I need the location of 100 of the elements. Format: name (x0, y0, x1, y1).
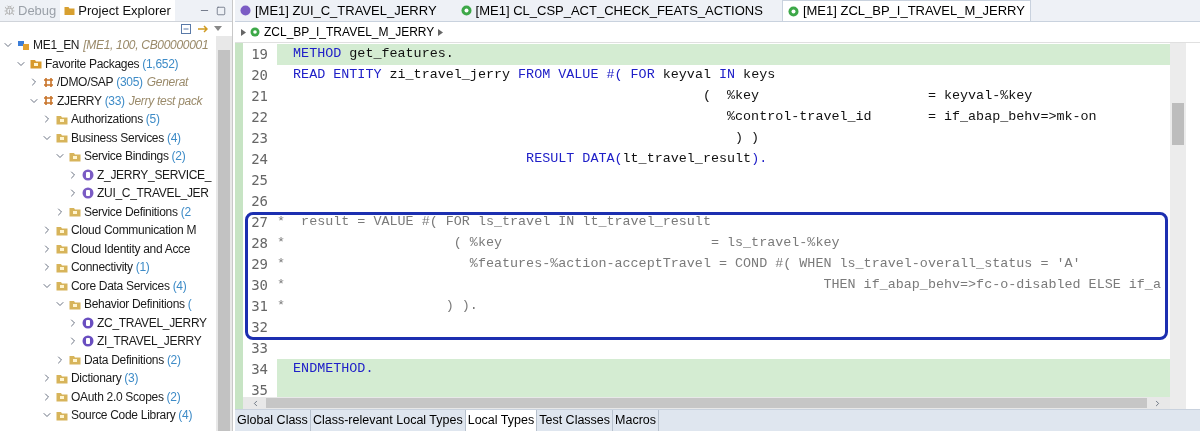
line-number: 22 (250, 108, 269, 127)
scrollbar[interactable] (216, 36, 232, 431)
tree-item-label[interactable]: Business Services (71, 128, 164, 147)
bug-icon (4, 5, 15, 16)
folder-icon (69, 354, 81, 366)
tree-item-label[interactable]: Cloud Identity and Acce (71, 239, 191, 258)
tree-item-label[interactable]: ME1_EN (33, 36, 80, 55)
line-number: 31 (250, 297, 269, 316)
bottom-tab[interactable]: Test Classes (537, 410, 614, 431)
item-count: (5) (145, 111, 160, 129)
bottom-tab[interactable]: Class-relevant Local Types (310, 410, 466, 431)
behavior-icon (82, 316, 94, 329)
scroll-left-icon[interactable] (251, 398, 260, 408)
editor-tab[interactable]: [ME1] ZUI_C_TRAVEL_JERRY (235, 0, 442, 21)
tree-item-label[interactable]: ZC_TRAVEL_JERRY (97, 313, 207, 332)
line-number: 34 (250, 360, 269, 379)
scrollbar-thumb[interactable] (266, 398, 1147, 408)
editor-tab[interactable]: [ME1] ZCL_BP_I_TRAVEL_M_JERRY (781, 0, 1031, 21)
class-icon (460, 5, 472, 16)
tree-item-label[interactable]: Behavior Definitions (84, 295, 185, 314)
item-count: (1) (135, 259, 150, 277)
code-line: READ ENTITY zi_travel_jerry FROM VALUE #( FOR keyval IN keys (292, 66, 777, 85)
code-line: ( %key = keyval-%key (701, 87, 1034, 106)
item-count: (2) (166, 351, 181, 369)
folder-icon (56, 224, 68, 236)
item-count: (4) (166, 129, 181, 147)
line-number: 27 (250, 213, 269, 232)
line-number: 26 (250, 192, 269, 211)
item-count: (1,652) (142, 55, 179, 73)
line-number: 20 (250, 66, 269, 85)
scroll-right-icon[interactable] (1153, 398, 1162, 408)
code-line: %control-travel_id = if_abap_behv=>mk-on (726, 108, 1098, 127)
tree-item-label[interactable]: Z_JERRY_SERVICE_ (97, 165, 212, 184)
item-count: (3) (124, 370, 139, 388)
folder-icon (69, 150, 81, 162)
editor-tab[interactable]: [ME1] CL_CSP_ACT_CHECK_FEATS_ACTIONS (455, 0, 768, 21)
item-count: (33) (104, 92, 125, 110)
item-description: [ME1, 100, CB00000001 (83, 37, 209, 55)
tree-item-label[interactable]: Cloud Communication M (71, 221, 197, 240)
folder-icon (56, 261, 68, 273)
collapse-all-icon[interactable] (181, 24, 191, 34)
behavior-icon (82, 335, 94, 348)
folder-icon (69, 206, 81, 218)
tree-item-label[interactable]: Data Definitions (84, 350, 164, 369)
line-number: 35 (250, 381, 269, 397)
expand-arrow-icon[interactable] (241, 28, 246, 36)
item-count: ( (187, 296, 192, 314)
tree-item-label[interactable]: Service Definitions (84, 202, 178, 221)
tree-item-label[interactable]: /DMO/SAP (57, 73, 114, 92)
package-icon (43, 95, 54, 107)
view-menu-icon[interactable] (214, 26, 222, 32)
line-number: 33 (250, 339, 269, 358)
code-line: * result = VALUE #( FOR ls_travel IN lt_travel_result (277, 213, 712, 232)
folder-icon (64, 5, 76, 16)
line-number: 30 (250, 276, 269, 295)
folder-icon (56, 391, 68, 403)
tree-item-label[interactable]: Favorite Packages (45, 54, 140, 73)
expand-arrow-icon[interactable] (438, 28, 444, 36)
bottom-tab[interactable]: Macros (613, 410, 660, 431)
line-number: 29 (250, 255, 269, 274)
item-count: (2 (180, 203, 191, 221)
item-count: (4) (172, 277, 187, 295)
tree-item-label[interactable]: ZJERRY (57, 91, 102, 110)
maximize-icon[interactable] (216, 5, 226, 16)
line-number: 23 (250, 129, 269, 148)
code-line: * ( %key = ls_travel-%key (277, 234, 841, 253)
binding-icon (240, 5, 251, 16)
tree-item-label[interactable]: Core Data Services (71, 276, 170, 295)
breadcrumb[interactable]: ZCL_BP_I_TRAVEL_M_JERRY (264, 23, 435, 41)
view-tab[interactable]: Project Explorer (60, 0, 175, 21)
bottom-tab[interactable]: Local Types (465, 410, 538, 431)
folder-icon (56, 113, 68, 125)
tree-item-label[interactable]: Service Bindings (84, 147, 169, 166)
code-line: * THEN if_abap_behv=>fc-o-disabled ELSE if_a (277, 276, 1162, 295)
bottom-tab[interactable]: Global Class (235, 410, 311, 431)
tree-item-label[interactable]: Source Code Library (71, 406, 176, 425)
binding-icon (82, 168, 94, 181)
tree-item-label[interactable]: Dictionary (71, 369, 122, 388)
class-icon (250, 27, 260, 37)
tree-item-label[interactable]: Connectivity (71, 258, 133, 277)
folder-icon (30, 58, 42, 70)
folder-icon (56, 280, 68, 292)
package-icon (43, 76, 54, 88)
code-line: ) ) (734, 129, 761, 148)
tree-item-label[interactable]: ZI_TRAVEL_JERRY (97, 332, 202, 351)
line-number: 19 (250, 45, 269, 64)
tree-item-label[interactable]: Authorizations (71, 110, 143, 129)
line-number: 32 (250, 318, 269, 337)
item-count: (4) (178, 407, 193, 425)
line-number: 24 (250, 150, 269, 169)
code-line: * %features-%action-acceptTravel = COND #( WHEN ls_travel-overall_status = 'A' (277, 255, 1082, 274)
tree-item-label[interactable]: ZUI_C_TRAVEL_JER (97, 184, 209, 203)
item-count: (2) (166, 388, 181, 406)
folder-icon (56, 409, 68, 421)
code-line: * ) ). (277, 297, 479, 316)
vertical-scrollbar[interactable] (1170, 43, 1186, 409)
line-number: 21 (250, 87, 269, 106)
binding-icon (82, 187, 94, 200)
tree-item-label[interactable]: OAuth 2.0 Scopes (71, 387, 164, 406)
item-count: (305) (116, 74, 143, 92)
